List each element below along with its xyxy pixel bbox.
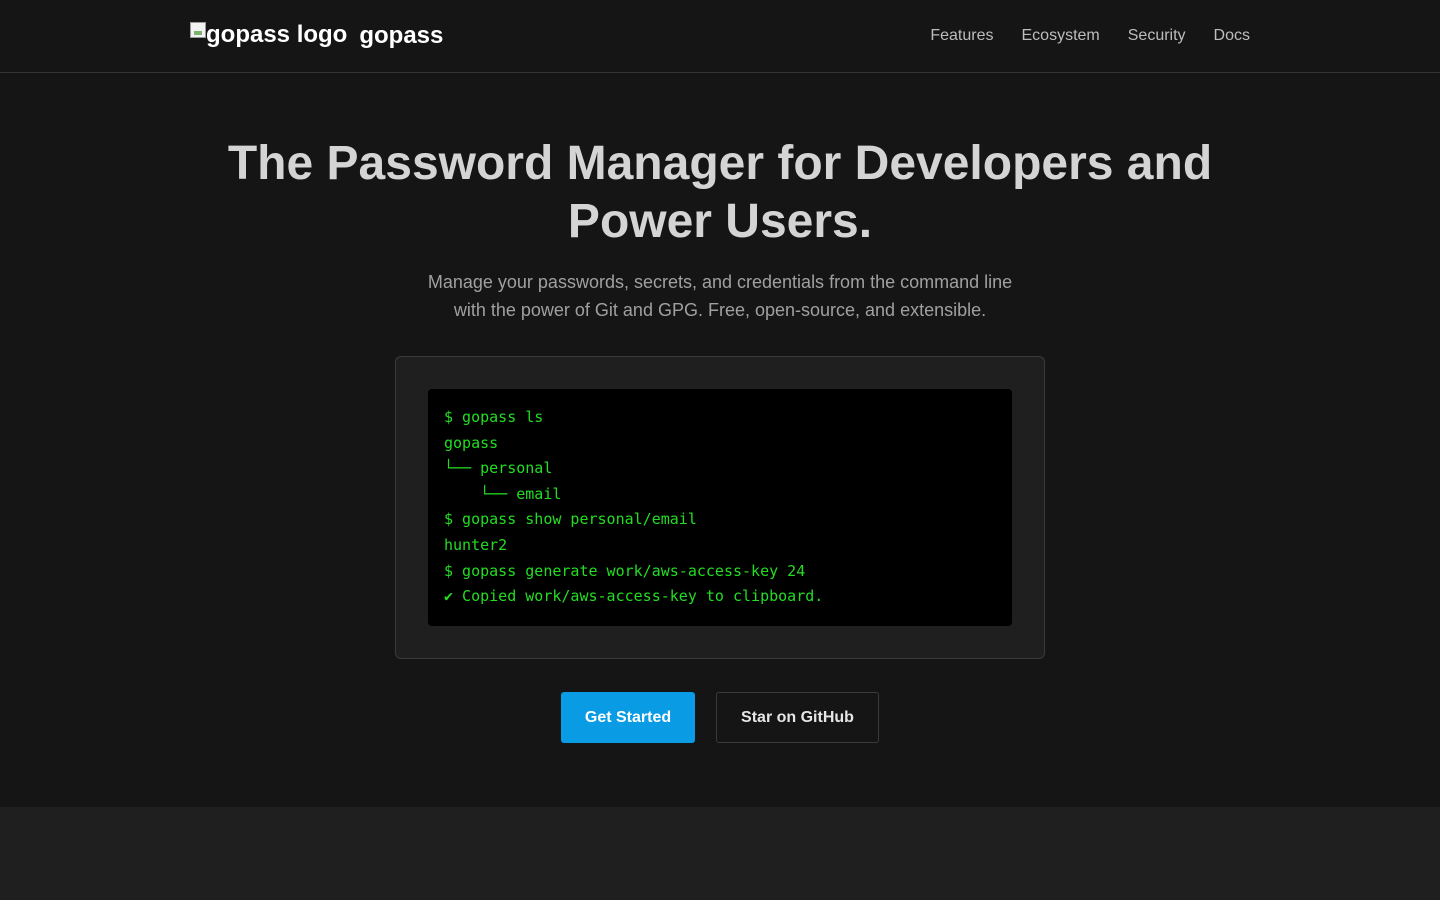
- terminal-demo-card: $ gopass ls gopass └── personal └── email $…: [395, 356, 1045, 659]
- nav-links: Features Ecosystem Security Docs: [930, 0, 1250, 72]
- logo-alt-text: gopass logo: [206, 21, 348, 48]
- terminal-line: ✔ Copied work/aws-access-key to clipboar…: [444, 587, 824, 606]
- terminal-line: └── personal: [444, 459, 553, 478]
- terminal-line: $ gopass generate work/aws-access-key 24: [444, 561, 806, 580]
- top-navbar: gopass logo gopass Features Ecosystem Se…: [0, 0, 1440, 73]
- star-on-github-button[interactable]: Star on GitHub: [716, 692, 879, 743]
- nav-link-docs[interactable]: Docs: [1214, 27, 1250, 45]
- broken-image-icon: [190, 22, 206, 38]
- get-started-button[interactable]: Get Started: [561, 692, 695, 743]
- hero-section: The Password Manager for Developers and …: [0, 73, 1440, 807]
- terminal-line: $ gopass show personal/email: [444, 510, 697, 529]
- logo-image: gopass logo: [190, 15, 347, 55]
- terminal-line: └── email: [444, 484, 562, 503]
- hero-title: The Password Manager for Developers and …: [227, 137, 1213, 248]
- brand-home-link[interactable]: gopass logo gopass: [190, 15, 443, 55]
- nav-link-features[interactable]: Features: [930, 27, 993, 45]
- terminal-line: hunter2: [444, 535, 508, 554]
- brand-name: gopass: [359, 22, 444, 49]
- terminal-line: gopass: [444, 433, 499, 452]
- nav-link-ecosystem[interactable]: Ecosystem: [1022, 27, 1100, 45]
- next-section: [0, 807, 1440, 900]
- terminal-line: $ gopass ls: [444, 408, 544, 426]
- hero-subtitle: Manage your passwords, secrets, and cred…: [427, 272, 1013, 320]
- nav-link-security[interactable]: Security: [1128, 27, 1186, 45]
- terminal-output: $ gopass ls gopass └── personal └── email $…: [428, 389, 1012, 626]
